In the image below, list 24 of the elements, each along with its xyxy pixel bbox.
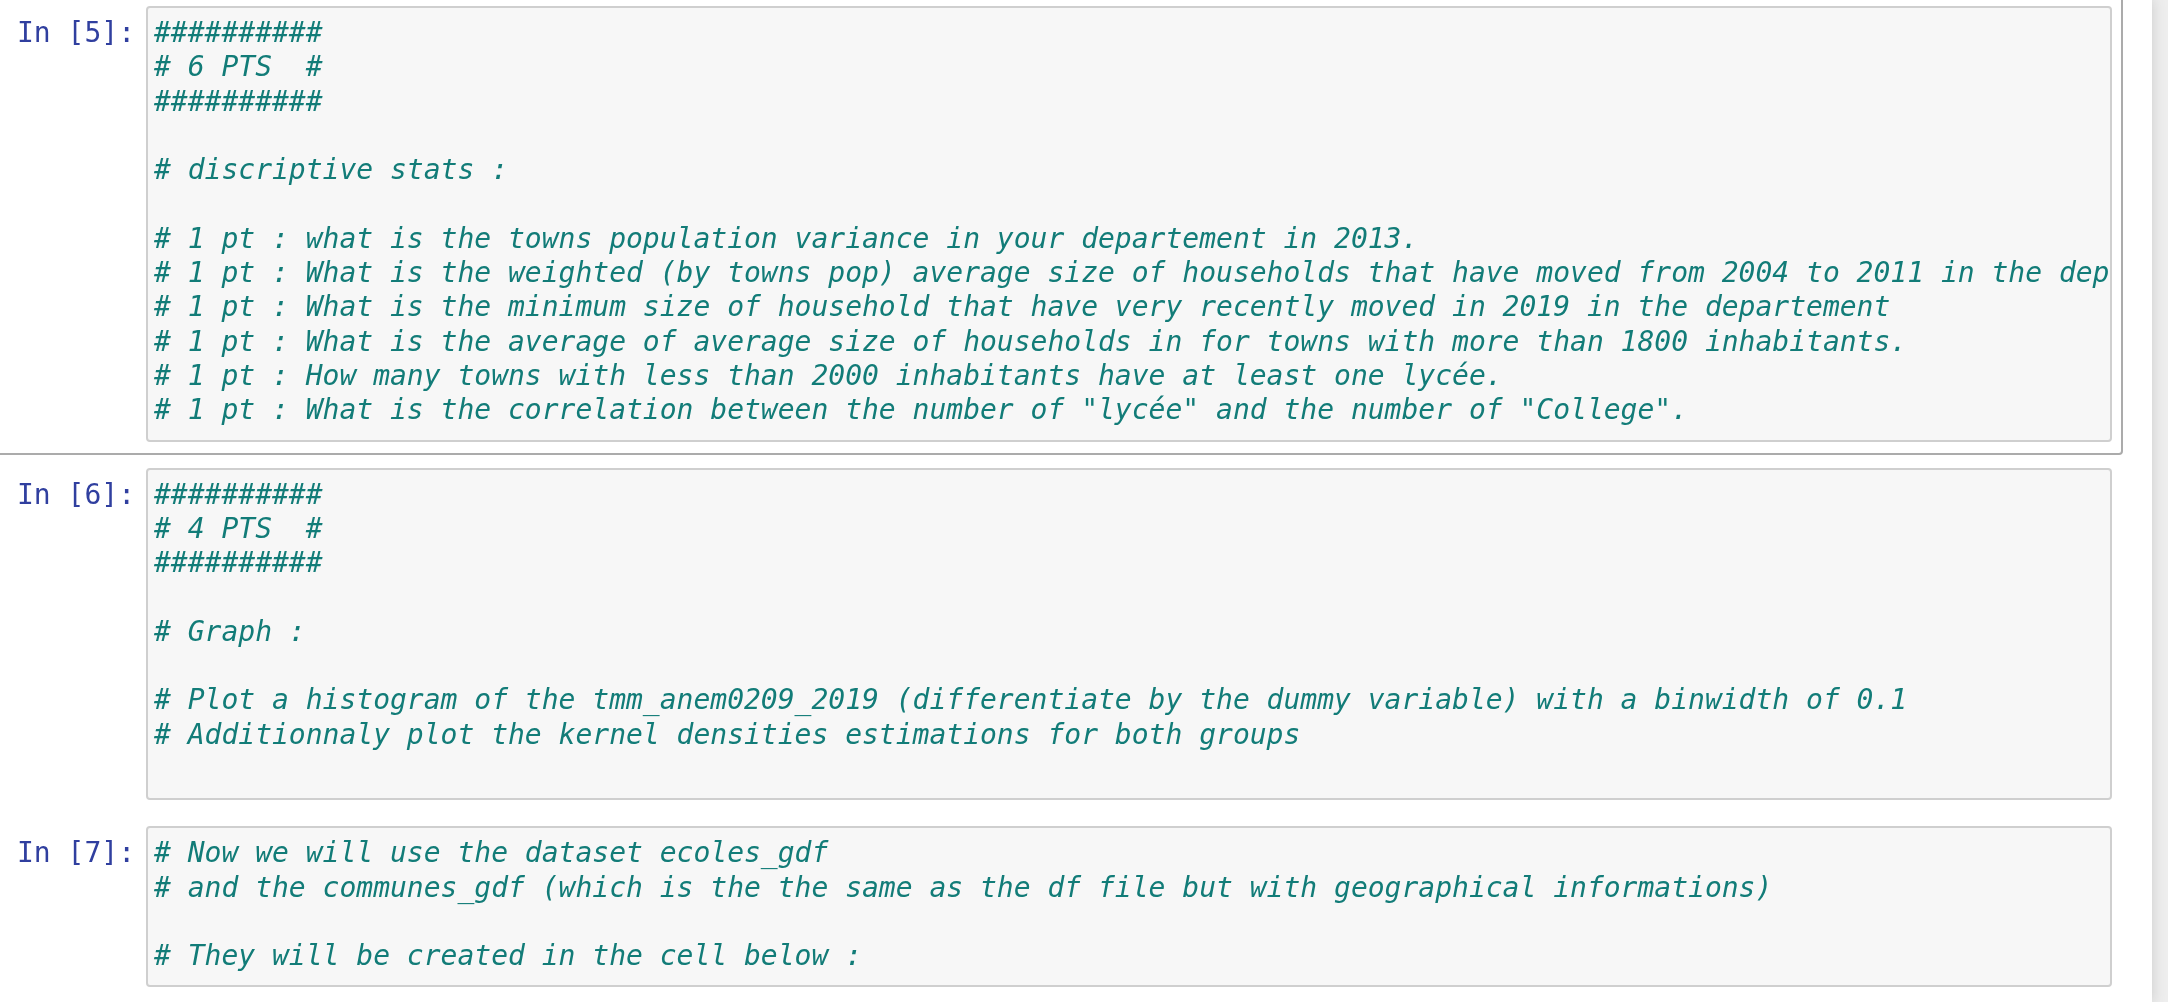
code-comment-line: # Additionnaly plot the kernel densities estimations for both groups [154,717,1301,752]
code-comment-line: # Now we will use the dataset ecoles_gdf [154,836,829,871]
code-editor[interactable]: # Now we will use the dataset ecoles_gdf # and the communes_gdf (which is the the same as the df file but with geographical informations) # They will be created in the cell below : [146,826,2112,988]
code-comment-line: # 1 pt : What is the minimum size of household that have very recently moved in 2019 in the departement [154,290,1891,325]
code-comment-line: # 1 pt : How many towns with less than 2000 inhabitants have at least one lycée. [154,358,1503,394]
code-comment-line: ########## [154,477,323,512]
code-comment-line: # and the communes_gdf (which is the the same as the df file but with geographical informations) [154,870,1773,905]
code-comment-line: # 1 pt : What is the correlation between the number of "lycée" and the number of "College". [154,393,1689,428]
code-comment-line: # 6 PTS # [154,50,323,85]
input-prompt: In [6]: [17,477,135,513]
code-comment-line: ########## [154,84,323,119]
code-comment-line: # 4 PTS # [154,511,323,547]
code-comment-line: # They will be created in the cell below : [154,939,862,974]
code-comment-line: # Plot a histogram of the tmm_anem0209_2019 (differentiate by the dummy variable) with a binwidth of 0.1 [154,683,1908,718]
code-comment-line: # Graph : [154,614,306,650]
input-prompt: In [7]: [17,836,135,872]
code-comment-line: # 1 pt : What is the average of average size of households in for towns with more than 1800 inhabitants. [154,324,1908,359]
code-comment-line: # 1 pt : What is the weighted (by towns pop) average size of households that have moved from 2004 to 2011 in the dep [154,256,2110,291]
code-comment-line: # discriptive stats : [154,153,508,188]
input-prompt: In [5]: [17,16,135,51]
code-comment-line: ########## [154,16,323,51]
notebook-cell[interactable]: In [7]: # Now we will use the dataset ecoles_gdf # and the communes_gdf (which is the the same as the df file but with geographical informations) # They will be created in the cell below : [0,813,2123,1001]
code-comment-line: ########## [154,546,323,581]
code-comment-line: # 1 pt : what is the towns population variance in your departement in 2013. [154,221,1419,257]
